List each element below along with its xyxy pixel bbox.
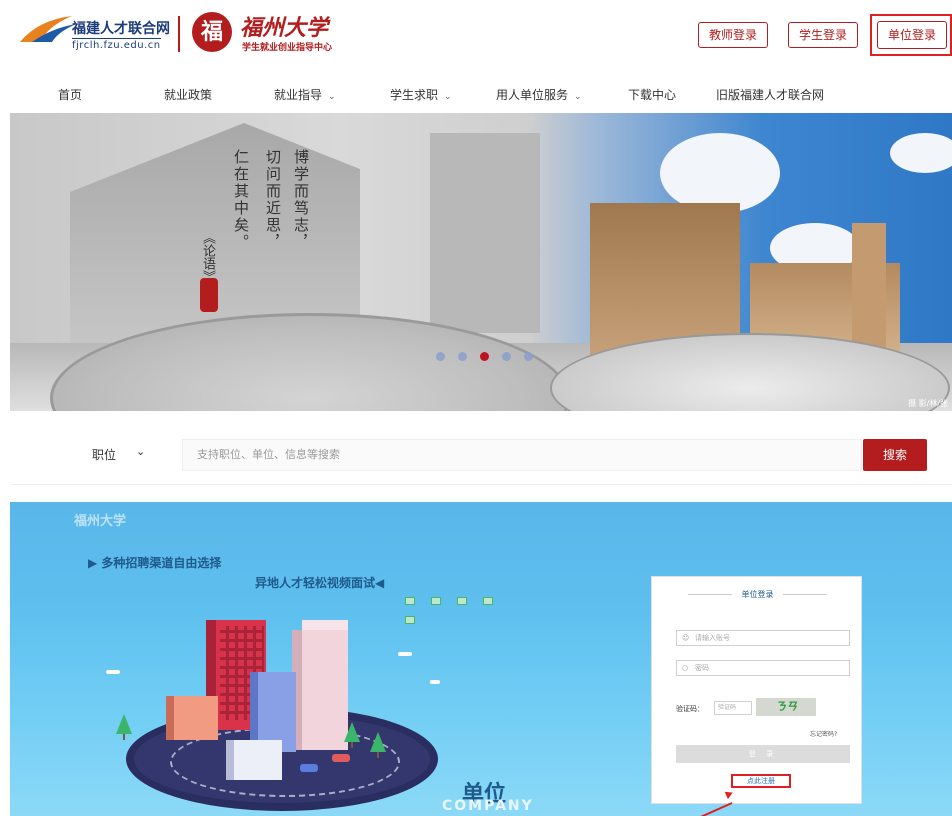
chevron-down-icon: ⌄ [328, 92, 336, 102]
account-placeholder: 请输入账号 [695, 634, 730, 642]
nav-item-label: 用人单位服务 [496, 88, 569, 102]
nav-item-label: 旧版福建人才联合网 [716, 88, 825, 102]
university-subtitle: 学生就业创业指导中心 [242, 43, 333, 53]
slogan-line-1: ▶ 多种招聘渠道自由选择 [88, 556, 222, 570]
password-placeholder: 密码 [695, 664, 709, 672]
fjrclh-logo-url: fjrclh.fzu.edu.cn [72, 38, 161, 51]
feature-icon [483, 597, 493, 605]
clock-tower-image [852, 223, 886, 353]
bird-icon [430, 680, 440, 684]
nav-item-label: 就业政策 [164, 88, 213, 102]
org-login-button[interactable]: 单位登录 [877, 21, 948, 49]
tree-illustration [344, 722, 360, 748]
building-illustration [166, 696, 218, 740]
forgot-password-link[interactable]: 忘记密码? [810, 729, 837, 738]
tree-illustration [370, 732, 386, 758]
lock-icon: ○ [682, 664, 689, 672]
select-label: 职位 [92, 448, 117, 462]
captcha-label: 验证码： [676, 705, 704, 713]
poem-source: 《论语》 [200, 231, 215, 283]
nav-item-legacy-site[interactable]: 旧版福建人才联合网 [716, 86, 824, 103]
bird-icon [106, 670, 120, 674]
teacher-login-button[interactable]: 教师登录 [698, 22, 769, 48]
carousel-dot[interactable] [458, 352, 467, 361]
search-category-select[interactable]: 职位 ⌄ [62, 435, 170, 471]
password-field[interactable]: ○ 密码 [676, 660, 850, 676]
user-icon: ☺ [682, 634, 690, 642]
building-illustration [292, 630, 348, 750]
chevron-down-icon: ⌄ [136, 445, 146, 458]
nav-item-downloads[interactable]: 下载中心 [628, 86, 676, 103]
org-login-page-screenshot: 福州大学 ▶ 多种招聘渠道自由选择 异地人才轻松视频面试◀ 单位 COMPANY… [10, 502, 952, 816]
chevron-down-icon: ⌄ [444, 92, 452, 102]
nav-item-employer-services[interactable]: 用人单位服务 ⌄ [496, 86, 582, 103]
slogan-line-2: 异地人才轻松视频面试◀ [255, 576, 385, 590]
nav-item-label: 下载中心 [628, 88, 677, 102]
feature-icon [405, 616, 415, 624]
carousel-dot[interactable] [524, 352, 533, 361]
car-illustration [300, 764, 318, 772]
feature-icon [405, 597, 415, 605]
feature-icon [431, 597, 441, 605]
fjrclh-logo-title[interactable]: 福建人才联合网 [72, 18, 170, 38]
poem-line-1: 博学而笃志， [292, 149, 310, 251]
building-illustration [226, 740, 282, 780]
account-field[interactable]: ☺ 请输入账号 [676, 630, 850, 646]
annotation-arrow [685, 802, 733, 816]
hero-banner[interactable]: 博学而笃志， 切问而近思， 仁在其中矣。 《论语》 摄 影/林/张 [10, 113, 952, 411]
search-bar: 职位 ⌄ 支持职位、单位、信息等搜索 搜索 [10, 423, 952, 485]
tree-illustration [116, 714, 132, 740]
red-seal-stamp [200, 278, 218, 312]
nav-item-home[interactable]: 首页 [58, 86, 82, 103]
poem-line-3: 仁在其中矣。 [232, 149, 250, 251]
feature-icon-strip [405, 590, 525, 624]
register-link[interactable]: 点此注册 [731, 774, 791, 788]
student-login-button[interactable]: 学生登录 [788, 22, 859, 48]
campus-building-image [430, 133, 540, 333]
bird-icon [398, 652, 412, 656]
photo-credit: 摄 影/林/张 [908, 399, 948, 408]
search-button[interactable]: 搜索 [863, 439, 927, 471]
carousel-dot[interactable] [502, 352, 511, 361]
main-nav: 首页 就业政策 就业指导 ⌄ 学生求职 ⌄ 用人单位服务 ⌄ 下载中心 旧版福建人才联… [0, 78, 952, 112]
feature-icon [457, 597, 467, 605]
search-input[interactable]: 支持职位、单位、信息等搜索 [182, 439, 862, 471]
cloud-image [660, 133, 780, 213]
carousel-dot-active[interactable] [480, 352, 489, 361]
captcha-image[interactable]: ㄋㄢ [756, 698, 816, 716]
nav-item-label: 学生求职 [390, 88, 439, 102]
captcha-input[interactable]: 验证码 [714, 701, 752, 715]
university-name: 福州大学 [240, 15, 329, 41]
fzu-seal-logo[interactable]: 福 [192, 12, 232, 52]
site-header: 福建人才联合网 fjrclh.fzu.edu.cn 福 福州大学 学生就业创业指… [0, 0, 952, 70]
poem-line-2: 切问而近思， [264, 149, 282, 251]
company-label-en: COMPANY [442, 798, 534, 814]
logo-divider [178, 16, 180, 52]
login-card: 单位登录 ☺ 请输入账号 ○ 密码 验证码： 验证码 ㄋㄢ 忘记密码? 登 录 … [651, 576, 862, 804]
nav-item-label: 就业指导 [274, 88, 323, 102]
nav-item-guidance[interactable]: 就业指导 ⌄ [274, 86, 336, 103]
login-submit-button[interactable]: 登 录 [676, 745, 850, 763]
car-illustration [332, 754, 350, 762]
nav-item-job-seeking[interactable]: 学生求职 ⌄ [390, 86, 452, 103]
chevron-down-icon: ⌄ [574, 92, 582, 102]
nav-item-label: 首页 [58, 88, 83, 102]
brand-mark: 福州大学 [74, 514, 127, 529]
login-card-title: 单位登录 [652, 589, 863, 600]
carousel-dot[interactable] [436, 352, 445, 361]
cloud-image [890, 133, 952, 173]
nav-item-policy[interactable]: 就业政策 [164, 86, 212, 103]
